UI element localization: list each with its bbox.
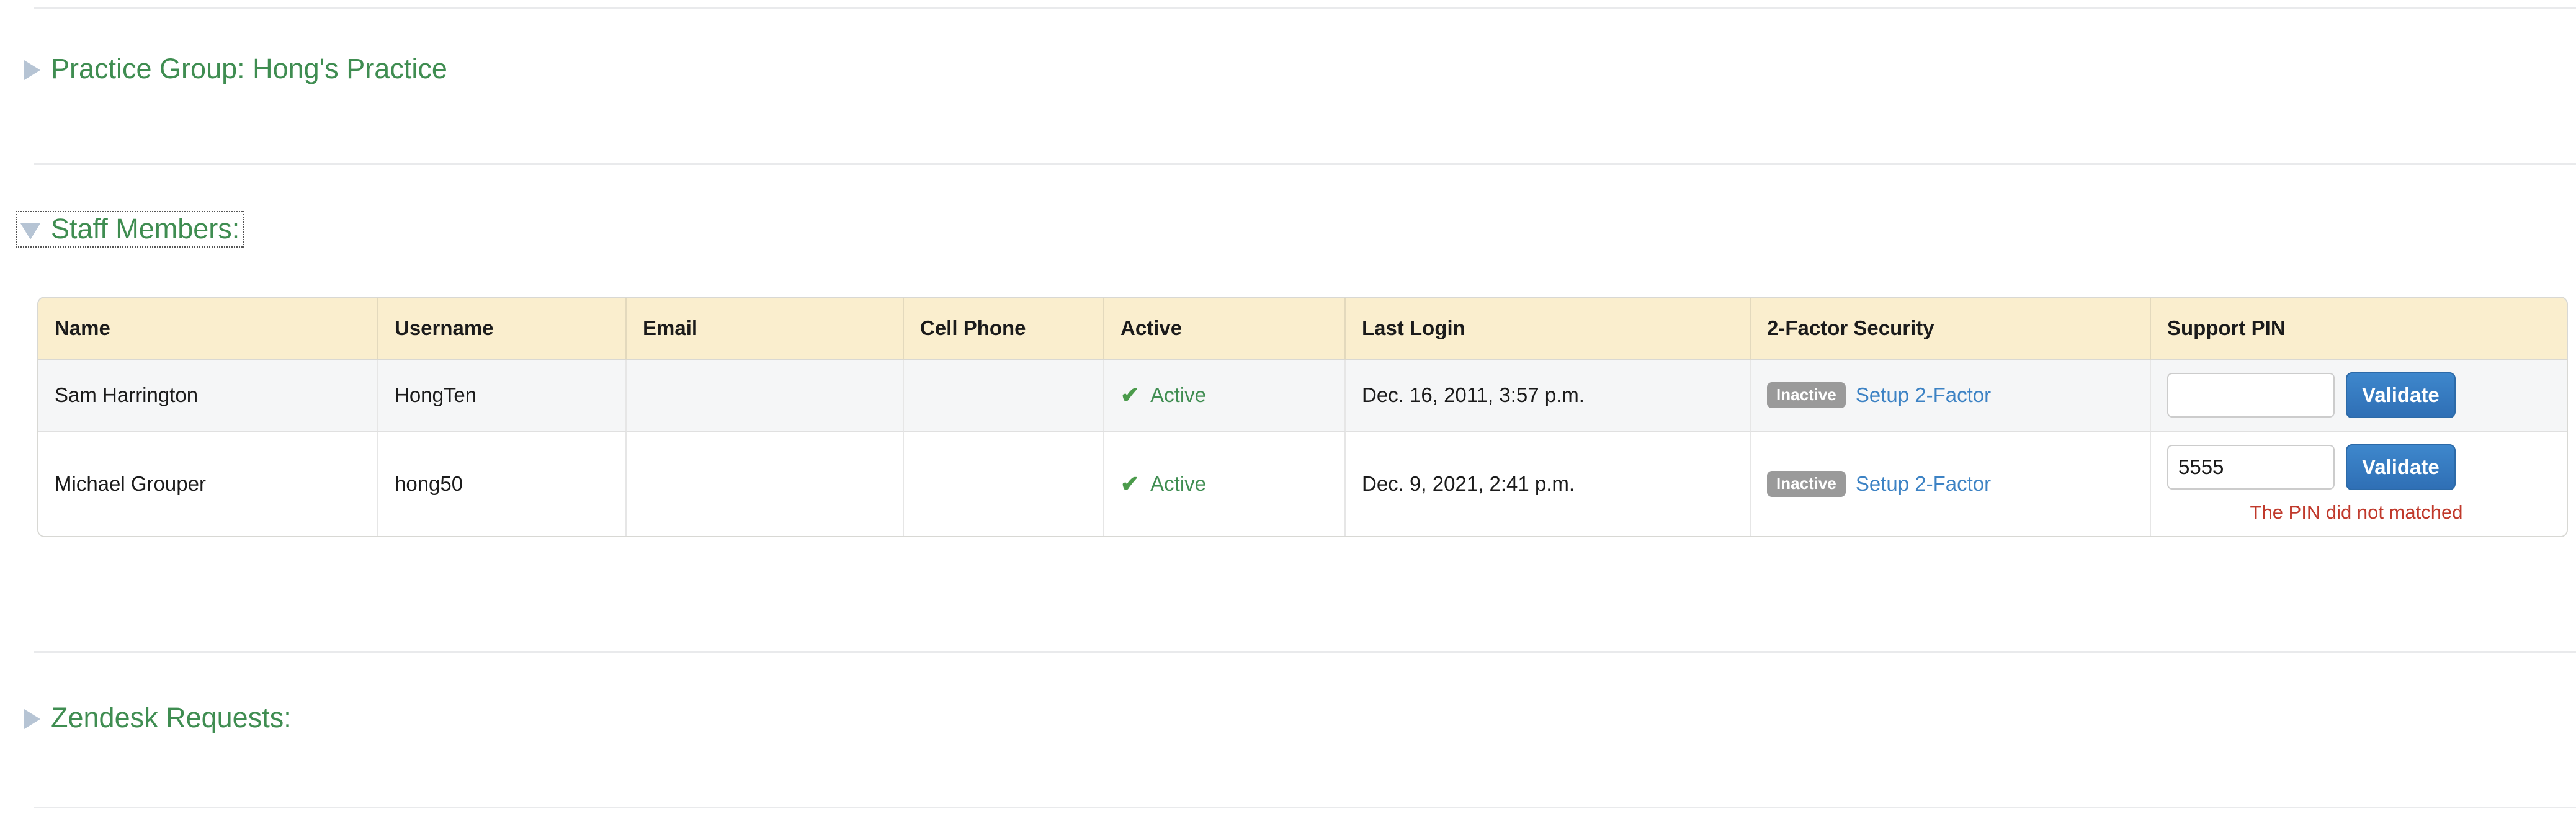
table-row: Michael Grouper hong50 ✔ Active Dec. 9, … bbox=[38, 432, 2567, 536]
active-label: Active bbox=[1150, 472, 1207, 495]
section-header-staff-members[interactable]: Staff Members: bbox=[16, 211, 245, 248]
section-title-staff-members: Staff Members: bbox=[51, 213, 240, 244]
cell-2-factor-security: Inactive Setup 2-Factor bbox=[1751, 360, 2151, 432]
staff-members-table: Name Username Email Cell Phone Active La… bbox=[37, 297, 2568, 537]
column-header-active: Active bbox=[1104, 298, 1346, 360]
support-pin-row: Validate bbox=[2167, 372, 2551, 418]
support-pin-input[interactable] bbox=[2167, 373, 2335, 418]
status-badge: Inactive bbox=[1767, 471, 1846, 497]
divider-staff-zendesk bbox=[34, 651, 2576, 653]
column-header-name: Name bbox=[38, 298, 378, 360]
cell-email bbox=[627, 432, 904, 536]
divider-top bbox=[34, 7, 2576, 9]
active-status: ✔ Active bbox=[1120, 383, 1328, 407]
section-header-practice-group[interactable]: Practice Group: Hong's Practice bbox=[17, 52, 451, 86]
cell-support-pin: Validate bbox=[2151, 360, 2567, 432]
active-status: ✔ Active bbox=[1120, 472, 1328, 496]
column-header-email: Email bbox=[627, 298, 904, 360]
column-header-username: Username bbox=[378, 298, 627, 360]
setup-2-factor-link[interactable]: Setup 2-Factor bbox=[1856, 472, 1991, 496]
cell-last-login: Dec. 16, 2011, 3:57 p.m. bbox=[1346, 360, 1751, 432]
table-header-row: Name Username Email Cell Phone Active La… bbox=[38, 298, 2567, 360]
staff-members-table-container: Name Username Email Cell Phone Active La… bbox=[37, 297, 2568, 537]
cell-support-pin: Validate The PIN did not matched bbox=[2151, 432, 2567, 536]
cell-active: ✔ Active bbox=[1104, 432, 1346, 536]
validate-button[interactable]: Validate bbox=[2346, 444, 2456, 490]
column-header-cell-phone: Cell Phone bbox=[904, 298, 1104, 360]
divider-bottom bbox=[34, 807, 2576, 808]
cell-2-factor-security: Inactive Setup 2-Factor bbox=[1751, 432, 2151, 536]
cell-name: Sam Harrington bbox=[38, 360, 378, 432]
triangle-down-icon[interactable] bbox=[20, 218, 41, 239]
table-row: Sam Harrington HongTen ✔ Active Dec. 16,… bbox=[38, 360, 2567, 432]
table-head: Name Username Email Cell Phone Active La… bbox=[38, 298, 2567, 360]
cell-name: Michael Grouper bbox=[38, 432, 378, 536]
table-body: Sam Harrington HongTen ✔ Active Dec. 16,… bbox=[38, 360, 2567, 536]
cell-last-login: Dec. 9, 2021, 2:41 p.m. bbox=[1346, 432, 1751, 536]
cell-username: HongTen bbox=[378, 360, 627, 432]
validate-button[interactable]: Validate bbox=[2346, 372, 2456, 418]
active-label: Active bbox=[1150, 383, 1207, 406]
check-icon: ✔ bbox=[1120, 382, 1140, 408]
cell-active: ✔ Active bbox=[1104, 360, 1346, 432]
cell-username: hong50 bbox=[378, 432, 627, 536]
support-pin-group: Validate The PIN did not matched bbox=[2167, 444, 2551, 524]
triangle-right-icon[interactable] bbox=[20, 58, 41, 80]
pin-error-message: The PIN did not matched bbox=[2250, 501, 2463, 523]
support-pin-row: Validate bbox=[2167, 444, 2551, 490]
support-pin-group: Validate bbox=[2167, 372, 2551, 418]
divider-practice-staff bbox=[34, 163, 2576, 165]
column-header-2-factor-security: 2-Factor Security bbox=[1751, 298, 2151, 360]
setup-2-factor-link[interactable]: Setup 2-Factor bbox=[1856, 383, 1991, 407]
section-title-zendesk-requests: Zendesk Requests: bbox=[51, 702, 292, 733]
cell-cell-phone bbox=[904, 432, 1104, 536]
cell-email bbox=[627, 360, 904, 432]
status-badge: Inactive bbox=[1767, 382, 1846, 408]
column-header-last-login: Last Login bbox=[1346, 298, 1751, 360]
two-factor-status: Inactive Setup 2-Factor bbox=[1767, 382, 2134, 408]
column-header-support-pin: Support PIN bbox=[2151, 298, 2567, 360]
triangle-right-icon[interactable] bbox=[20, 707, 41, 729]
check-icon: ✔ bbox=[1120, 471, 1140, 496]
section-title-practice-group: Practice Group: Hong's Practice bbox=[51, 53, 447, 84]
two-factor-status: Inactive Setup 2-Factor bbox=[1767, 471, 2134, 497]
support-pin-input[interactable] bbox=[2167, 445, 2335, 490]
cell-cell-phone bbox=[904, 360, 1104, 432]
section-header-zendesk-requests[interactable]: Zendesk Requests: bbox=[17, 701, 295, 735]
